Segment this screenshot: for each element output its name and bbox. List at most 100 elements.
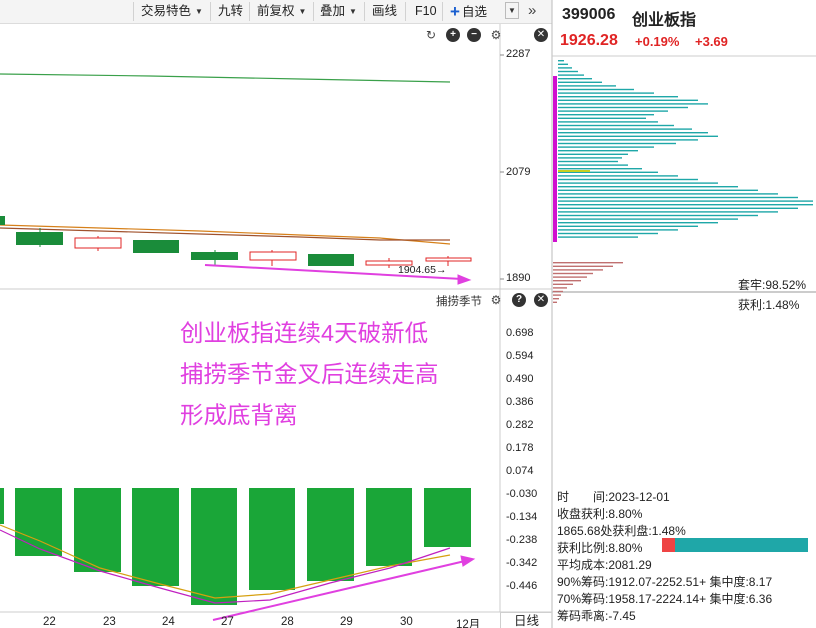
indicator-name[interactable]: 捕捞季节 bbox=[436, 293, 482, 309]
trapped-ratio: 套牢:98.52% bbox=[738, 278, 807, 292]
indicator-histogram bbox=[0, 488, 471, 605]
candle bbox=[249, 251, 297, 261]
ma-orange-line bbox=[0, 224, 451, 245]
candle bbox=[16, 232, 63, 245]
chip-bar bbox=[558, 103, 708, 105]
chip-bar bbox=[558, 168, 642, 170]
date-label: 22 bbox=[43, 616, 56, 628]
chevron-down-icon: ▼ bbox=[508, 6, 516, 15]
stock-change: +3.69 bbox=[695, 34, 728, 49]
zoom-out-icon[interactable]: − bbox=[467, 28, 481, 42]
avg-cost-marker bbox=[553, 76, 557, 242]
chip-bar bbox=[558, 153, 628, 155]
chip-bar bbox=[553, 294, 561, 296]
date-label: 12月 bbox=[456, 619, 481, 628]
chip-bar bbox=[558, 114, 654, 116]
chip-bar bbox=[558, 146, 654, 148]
chip-bar bbox=[558, 70, 578, 73]
chip-bar bbox=[558, 135, 718, 137]
indicator-axis-label: 0.594 bbox=[506, 350, 534, 362]
toolbar-divider bbox=[133, 2, 134, 21]
candle bbox=[0, 216, 5, 225]
histogram-bar bbox=[424, 488, 471, 547]
zoom-in-icon[interactable]: + bbox=[446, 28, 460, 42]
chip-bar bbox=[553, 287, 567, 289]
toolbar-divider bbox=[364, 2, 365, 21]
chip-bar bbox=[558, 207, 798, 209]
period-daily-button[interactable]: 日线 bbox=[500, 612, 552, 628]
date-label: 27 bbox=[221, 616, 234, 628]
chip-bar bbox=[558, 175, 678, 177]
overlay-menu[interactable]: 叠加 ▼ bbox=[320, 2, 357, 21]
nine-turn-button[interactable]: 九转 bbox=[218, 2, 243, 21]
settings-icon[interactable]: ⚙ bbox=[489, 293, 503, 307]
price-axis-label: 2079 bbox=[506, 166, 531, 178]
price-axis-label: 1890 bbox=[506, 272, 531, 284]
chip-bar bbox=[558, 178, 698, 181]
chip-bar bbox=[553, 276, 587, 278]
chip-bars-teal bbox=[558, 60, 813, 238]
trading-features-label: 交易特色 bbox=[141, 4, 192, 18]
help-icon[interactable]: ? bbox=[512, 293, 526, 307]
info-chip90: 90%筹码:1912.07-2252.51+ 集中度:8.17 bbox=[557, 575, 773, 589]
chip-bar bbox=[558, 132, 708, 134]
add-watchlist-button[interactable]: + 自选 bbox=[450, 2, 487, 21]
chip-bar bbox=[558, 63, 568, 65]
chip-bar bbox=[553, 298, 559, 300]
low-price-marker: 1904.65→ bbox=[398, 264, 447, 276]
price-axis-label: 2287 bbox=[506, 48, 531, 60]
chip-bar bbox=[553, 280, 581, 282]
stock-code: 399006 bbox=[562, 6, 616, 23]
indicator-axis-label: 0.282 bbox=[506, 419, 534, 431]
price-axis-ticks bbox=[500, 54, 504, 280]
draw-line-button[interactable]: 画线 bbox=[372, 2, 397, 21]
trading-features-menu[interactable]: 交易特色 ▼ bbox=[141, 2, 203, 21]
chip-bar bbox=[558, 214, 758, 217]
chip-bar bbox=[558, 229, 678, 231]
chip-bar bbox=[558, 92, 654, 94]
candle bbox=[308, 254, 354, 266]
ma-brown-line bbox=[0, 227, 450, 241]
chip-bar bbox=[558, 110, 668, 112]
chip-bar bbox=[558, 164, 628, 166]
f10-button[interactable]: F10 bbox=[415, 2, 437, 21]
overlay-label: 叠加 bbox=[320, 4, 346, 18]
histogram-bar bbox=[366, 488, 412, 566]
histogram-bar bbox=[249, 488, 295, 590]
indicator-axis-label: -0.342 bbox=[506, 557, 538, 569]
chip-bar bbox=[558, 142, 676, 145]
chip-bar bbox=[558, 124, 674, 127]
indicator-axis-label: 0.386 bbox=[506, 396, 534, 408]
chip-bar bbox=[558, 139, 698, 141]
chip-bar bbox=[558, 232, 658, 235]
expand-right-icon[interactable]: » bbox=[528, 2, 537, 19]
info-time: 时 间:2023-12-01 bbox=[557, 490, 670, 504]
chip-bar bbox=[558, 60, 564, 62]
chip-bar bbox=[558, 157, 622, 159]
stock-price: 1926.28 bbox=[560, 32, 618, 49]
refresh-icon[interactable]: ↻ bbox=[424, 28, 438, 42]
chevron-down-icon: ▼ bbox=[298, 7, 307, 16]
chip-bar bbox=[558, 196, 798, 199]
toolbar-divider bbox=[442, 2, 443, 21]
adjust-price-label: 前复权 bbox=[257, 4, 295, 18]
info-avg-cost: 平均成本:2081.29 bbox=[557, 558, 652, 572]
toolbar-divider bbox=[210, 2, 211, 21]
chip-bar bbox=[558, 96, 678, 98]
chip-bar bbox=[558, 182, 718, 184]
adjust-price-menu[interactable]: 前复权 ▼ bbox=[257, 2, 306, 21]
watchlist-dropdown-button[interactable]: ▼ bbox=[505, 2, 519, 19]
indicator-axis-label: 0.178 bbox=[506, 442, 534, 454]
close-icon[interactable]: ✕ bbox=[534, 293, 548, 307]
stock-change-pct: +0.19% bbox=[635, 34, 680, 49]
close-icon[interactable]: ✕ bbox=[534, 28, 548, 42]
settings-icon[interactable]: ⚙ bbox=[489, 28, 503, 42]
chip-bar bbox=[558, 78, 592, 80]
indicator-axis-label: 0.698 bbox=[506, 327, 534, 339]
plus-icon: + bbox=[450, 2, 460, 21]
candles bbox=[0, 216, 472, 268]
histogram-bar bbox=[74, 488, 121, 572]
indicator-axis-label: -0.030 bbox=[506, 488, 538, 500]
candle bbox=[74, 237, 122, 249]
candle bbox=[133, 240, 179, 253]
